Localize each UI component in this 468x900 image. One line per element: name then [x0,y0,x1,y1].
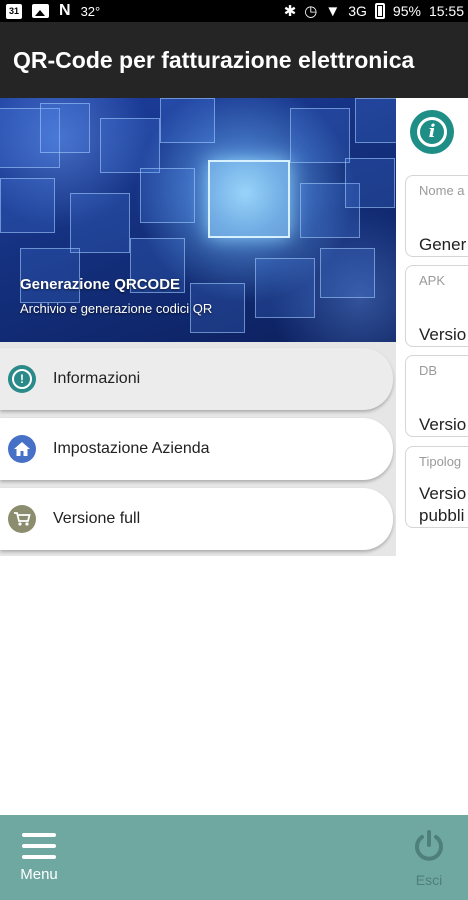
card-value: Gener [419,235,467,254]
card-value: Versio [419,415,467,434]
power-icon [415,830,443,861]
calendar-icon: 31 [6,3,22,19]
exit-button-label: Esci [415,872,443,888]
info-card-type: Tipolog Versio pubbli [405,446,468,528]
card-label: DB [419,363,438,378]
bluetooth-icon: ✱ [283,3,297,20]
navigation-drawer: Generazione QRCODE Archivio e generazion… [0,98,396,556]
home-icon [8,435,36,463]
menu-item-label: Impostazione Azienda [53,440,210,457]
card-label: APK [419,273,446,288]
menu-item-versione-full[interactable]: Versione full [0,488,393,550]
network-type: 3G [348,3,367,19]
card-value: Versio [419,325,467,344]
menu-item-informazioni[interactable]: ! Informazioni [0,348,393,410]
app-title: QR-Code per fatturazione elettronica [13,46,415,73]
temperature-text: 32° [80,3,101,19]
wifi-icon: ▼ [325,2,341,20]
status-bar: 31 N 32° ✱ ◷ ▼ 3G 95% 15:55 [0,0,468,22]
drawer-header-subtitle: Archivio e generazione codici QR [20,301,213,316]
bottom-bar: Menu Esci [0,815,468,900]
cart-icon [8,505,36,533]
info-icon[interactable]: i [410,110,454,154]
card-value-line2: pubbli [419,506,465,525]
exit-button[interactable]: Esci [404,829,454,895]
clock: 15:55 [428,3,464,19]
info-card-db: DB Versio [405,355,468,437]
card-label: Tipolog [419,454,462,469]
drawer-header-title: Generazione QRCODE [20,276,181,293]
app-bar: QR-Code per fatturazione elettronica [0,22,468,98]
info-card-name: Nome a Gener [405,175,468,257]
menu-button-label: Menu [20,866,58,883]
n-notification-icon: N [59,2,71,19]
info-card-apk: APK Versio [405,265,468,347]
card-label: Nome a [419,183,465,198]
hamburger-icon [14,833,64,859]
menu-button[interactable]: Menu [14,833,64,893]
info-icon: ! [8,365,36,393]
card-value: Versio [419,484,467,503]
drawer-header: Generazione QRCODE Archivio e generazion… [0,98,396,342]
alarm-icon: ◷ [304,3,318,20]
menu-item-label: Informazioni [53,370,141,387]
battery-percent: 95% [392,3,421,19]
menu-item-label: Versione full [53,510,141,527]
menu-item-impostazione-azienda[interactable]: Impostazione Azienda [0,418,393,480]
image-icon [32,4,49,18]
battery-icon [374,3,385,19]
